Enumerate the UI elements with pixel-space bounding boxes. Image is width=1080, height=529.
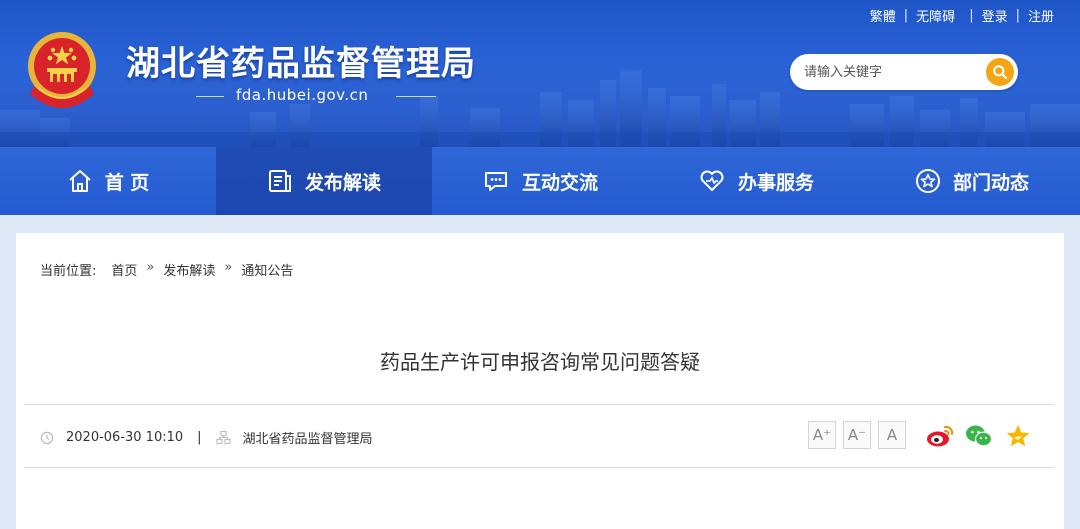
favorite-button[interactable] (1002, 421, 1034, 451)
share-weibo-button[interactable] (924, 421, 956, 451)
breadcrumb-label: 当前位置: (40, 264, 97, 279)
divider: | (903, 8, 909, 23)
nav-item-home[interactable]: 首 页 (0, 147, 216, 215)
favorite-icon (1006, 425, 1030, 447)
nav-item-releases[interactable]: 发布解读 (216, 147, 432, 215)
breadcrumb: 当前位置: 首页 » 发布解读 » 通知公告 (40, 260, 293, 279)
link-register[interactable]: 注册 (1028, 6, 1054, 25)
publish-date: 2020-06-30 10:10 (66, 430, 184, 445)
article-panel: 当前位置: 首页 » 发布解读 » 通知公告 药品生产许可申报咨询常见问题答疑 … (16, 233, 1064, 529)
font-increase-button[interactable]: A⁺ (808, 421, 836, 449)
top-links: 繁體 | 无障碍 | 登录 | 注册 (870, 6, 1054, 25)
article-meta: 2020-06-30 10:10 | 湖北省药品监督管理局 (40, 428, 373, 447)
clock-icon (40, 431, 54, 444)
divider: | (969, 8, 974, 23)
link-accessibility[interactable]: 无障碍 (916, 6, 955, 25)
breadcrumb-separator: » (146, 260, 155, 275)
site-domain: fda.hubei.gov.cn (236, 86, 369, 104)
star-icon (915, 169, 940, 193)
home-icon (69, 170, 91, 192)
share-bar (924, 421, 1041, 451)
domain-divider-right (396, 96, 436, 97)
nav-label: 办事服务 (737, 171, 814, 194)
font-decrease-button[interactable]: A⁻ (843, 421, 871, 449)
domain-divider-left (196, 96, 224, 97)
link-login[interactable]: 登录 (982, 6, 1008, 25)
document-icon (268, 170, 291, 192)
domain-row: fda.hubei.gov.cn (196, 86, 436, 106)
national-emblem-logo (28, 32, 96, 108)
nav-item-services[interactable]: 办事服务 (648, 147, 864, 215)
link-traditional-chinese[interactable]: 繁體 (870, 6, 896, 25)
search-box (790, 54, 1018, 90)
share-wechat-button[interactable] (963, 421, 995, 451)
meta-divider: | (197, 430, 202, 445)
weibo-icon (927, 425, 954, 447)
nav-label: 互动交流 (521, 171, 598, 194)
nav-label: 发布解读 (304, 171, 381, 194)
font-reset-button[interactable]: A (878, 421, 906, 449)
nav-label: 部门动态 (952, 171, 1029, 194)
breadcrumb-item-releases[interactable]: 发布解读 (163, 260, 215, 279)
site-header: 湖北省药品监督管理局 fda.hubei.gov.cn 繁體 | 无障碍 | 登… (0, 0, 1080, 147)
breadcrumb-item-notices[interactable]: 通知公告 (241, 260, 293, 279)
divider: | (1015, 8, 1020, 23)
nav-item-interaction[interactable]: 互动交流 (432, 147, 648, 215)
breadcrumb-item-home[interactable]: 首页 (111, 260, 137, 279)
org-icon (215, 430, 231, 445)
breadcrumb-separator: » (224, 260, 233, 275)
search-input[interactable] (804, 62, 974, 82)
article-title: 药品生产许可申报咨询常见问题答疑 (380, 350, 700, 374)
font-size-controls: A⁺ A⁻ A (808, 421, 913, 449)
site-title: 湖北省药品监督管理局 (126, 44, 476, 84)
main-nav: 首 页 发布解读 互动交流 办事服务 部门动态 (0, 147, 1080, 215)
search-icon (993, 65, 1008, 80)
article-meta-bar: 2020-06-30 10:10 | 湖北省药品监督管理局 A⁺ A⁻ A (24, 404, 1054, 468)
search-button[interactable] (986, 58, 1014, 86)
nav-label: 首 页 (104, 171, 150, 194)
wechat-icon (966, 425, 993, 447)
article-source: 湖北省药品监督管理局 (242, 432, 373, 447)
chat-icon (484, 172, 507, 191)
nav-item-department-news[interactable]: 部门动态 (864, 147, 1080, 215)
heart-icon (700, 170, 724, 191)
